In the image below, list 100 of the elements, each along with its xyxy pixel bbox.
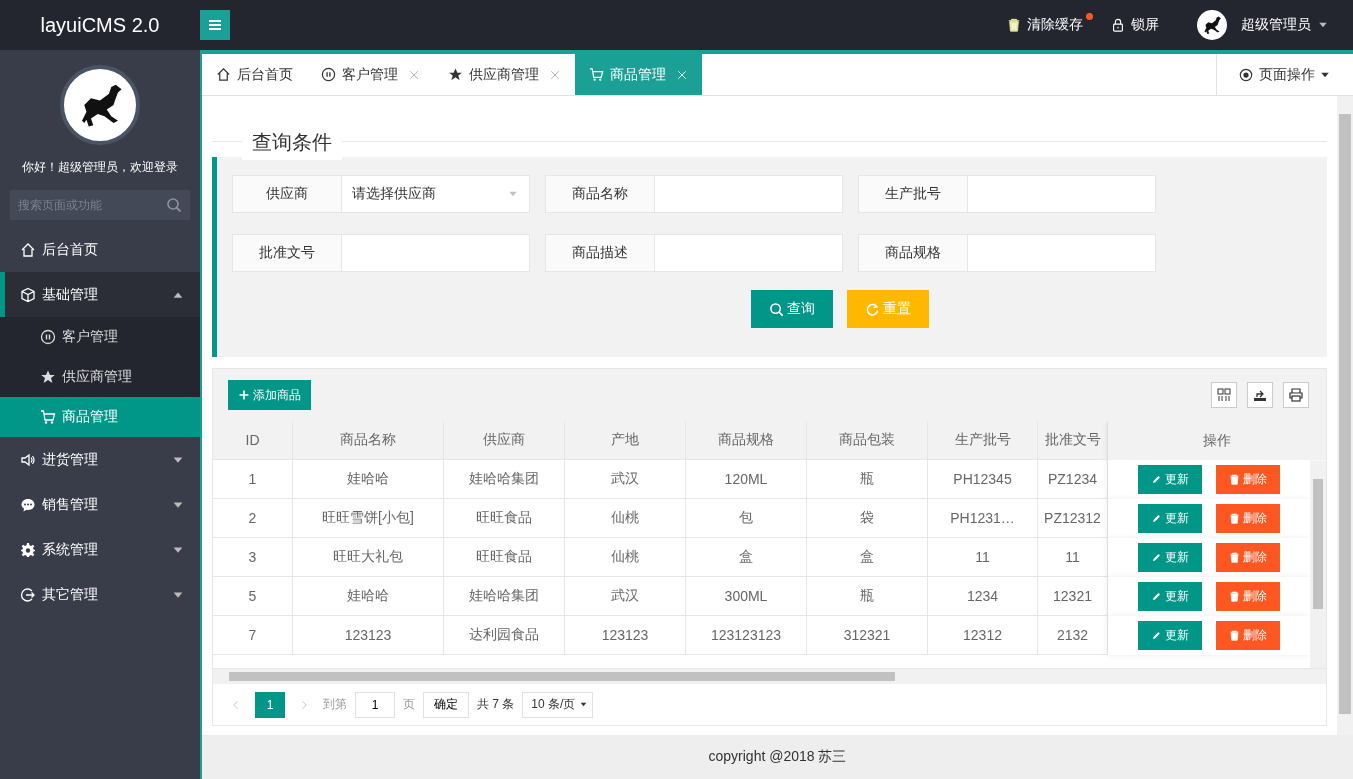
input-field[interactable] <box>655 234 843 272</box>
chat-icon <box>20 496 36 513</box>
export-button[interactable] <box>1247 382 1273 408</box>
table-cell: 瓶 <box>807 577 928 615</box>
home-icon <box>216 67 231 82</box>
cube-icon <box>20 286 36 303</box>
grid-icon <box>1216 387 1232 403</box>
field-label: 批准文号 <box>232 234 342 272</box>
field-label: 供应商 <box>232 175 342 213</box>
logo-text: layuiCMS 2.0 <box>39 13 161 37</box>
table-cell: 娃哈哈 <box>293 460 444 498</box>
table-cell: 娃哈哈集团 <box>444 577 565 615</box>
page-number-button[interactable]: 1 <box>255 691 285 718</box>
gear-icon <box>20 541 36 558</box>
sidebar-submenu-item[interactable]: 商品管理 <box>0 397 200 437</box>
column-header: ID <box>213 421 293 459</box>
search-icon <box>769 301 784 317</box>
table-cell: 123123123 <box>686 616 807 654</box>
tab[interactable]: 客户管理 <box>307 54 434 95</box>
column-header: 操作 <box>1108 421 1326 460</box>
table-cell: 300ML <box>686 577 807 615</box>
confirm-button[interactable]: 确定 <box>423 691 469 718</box>
caret-icon <box>579 700 589 709</box>
table-cell: 5 <box>213 577 293 615</box>
sidebar-menu-item[interactable]: 系统管理 <box>0 527 200 572</box>
grid-button[interactable] <box>1211 382 1237 408</box>
input-field[interactable] <box>968 234 1156 272</box>
table-cell: 1 <box>213 460 293 498</box>
field-label: 商品描述 <box>545 234 655 272</box>
table-cell: 1234 <box>928 577 1038 615</box>
table-cell: 120ML <box>686 460 807 498</box>
menu-icon <box>207 17 223 33</box>
target-icon <box>1239 67 1253 82</box>
input-field[interactable] <box>968 175 1156 213</box>
table-cell: 仙桃 <box>565 499 686 537</box>
field-label: 生产批号 <box>858 175 968 213</box>
table-cell: 旺旺食品 <box>444 499 565 537</box>
table-cell: 包 <box>686 499 807 537</box>
sidebar-menu-item[interactable]: 基础管理 <box>5 272 200 317</box>
page-operations-menu[interactable]: 页面操作 <box>1216 54 1353 95</box>
edit-button[interactable]: 更新 <box>1138 582 1202 611</box>
column-header: 生产批号 <box>928 421 1038 459</box>
user-menu-link[interactable]: 超级管理员 <box>1197 10 1329 40</box>
speaker-icon <box>20 451 36 468</box>
table-cell: 仙桃 <box>565 538 686 576</box>
trash-icon <box>1229 513 1240 524</box>
refresh-icon <box>865 301 880 317</box>
page-size-select[interactable]: 10 条/页 <box>522 691 594 718</box>
edit-button[interactable]: 更新 <box>1138 621 1202 650</box>
sidebar-menu-item[interactable]: 后台首页 <box>0 227 200 272</box>
select-field[interactable]: 请选择供应商 <box>342 175 530 213</box>
scrollbar[interactable] <box>213 668 1326 684</box>
cart-icon <box>589 67 604 82</box>
print-icon <box>1288 387 1304 403</box>
input-field[interactable] <box>342 234 530 272</box>
table-cell: 娃哈哈 <box>293 577 444 615</box>
pencil-icon <box>1151 513 1162 524</box>
add-button[interactable]: 添加商品 <box>228 380 311 410</box>
tab[interactable]: 后台首页 <box>202 54 307 95</box>
tab[interactable]: 供应商管理 <box>434 54 575 95</box>
table-cell: 2 <box>213 499 293 537</box>
header-action-link[interactable]: 锁屏 <box>1111 16 1159 34</box>
column-header: 产地 <box>565 421 686 459</box>
table-cell: PH12345 <box>928 460 1038 498</box>
table-cell: 7 <box>213 616 293 654</box>
home-icon <box>20 241 36 258</box>
field-label: 商品名称 <box>545 175 655 213</box>
trash-icon <box>1229 591 1240 602</box>
field-label: 商品规格 <box>858 234 968 272</box>
scrollbar[interactable] <box>1337 96 1353 735</box>
sidebar-menu-item[interactable]: 其它管理 <box>0 572 200 617</box>
edit-button[interactable]: 更新 <box>1138 543 1202 572</box>
edit-button[interactable]: 更新 <box>1138 465 1202 494</box>
star-icon <box>40 369 56 385</box>
total-count-text: 共 7 条 <box>477 696 515 713</box>
table-cell: 12312 <box>928 616 1038 654</box>
print-button[interactable] <box>1283 382 1309 408</box>
table-cell: 3 <box>213 538 293 576</box>
page-input-field[interactable]: 1 <box>355 691 395 718</box>
table-cell: PH1231… <box>928 499 1038 537</box>
table-cell: 123123 <box>293 616 444 654</box>
cart-icon <box>40 409 56 425</box>
plus-icon <box>238 389 250 401</box>
header-action-link[interactable]: 清除缓存 <box>1007 16 1083 34</box>
search-button[interactable]: 查询 <box>751 290 833 328</box>
table-cell: 娃哈哈集团 <box>444 460 565 498</box>
sidebar-menu-item[interactable]: 进货管理 <box>0 437 200 482</box>
sidebar-submenu-item[interactable]: 客户管理 <box>5 317 200 357</box>
sidebar-submenu-item[interactable]: 供应商管理 <box>5 357 200 397</box>
table-cell: 旺旺食品 <box>444 538 565 576</box>
sidebar-menu-item[interactable]: 销售管理 <box>0 482 200 527</box>
scrollbar[interactable] <box>1310 461 1326 668</box>
trash-icon <box>1229 630 1240 641</box>
input-field[interactable] <box>655 175 843 213</box>
trash-icon <box>1229 474 1240 485</box>
star-icon <box>448 67 463 82</box>
edit-button[interactable]: 更新 <box>1138 504 1202 533</box>
table-cell: 瓶 <box>807 460 928 498</box>
menu-toggle-button[interactable] <box>200 10 230 40</box>
column-header: 供应商 <box>444 421 565 459</box>
